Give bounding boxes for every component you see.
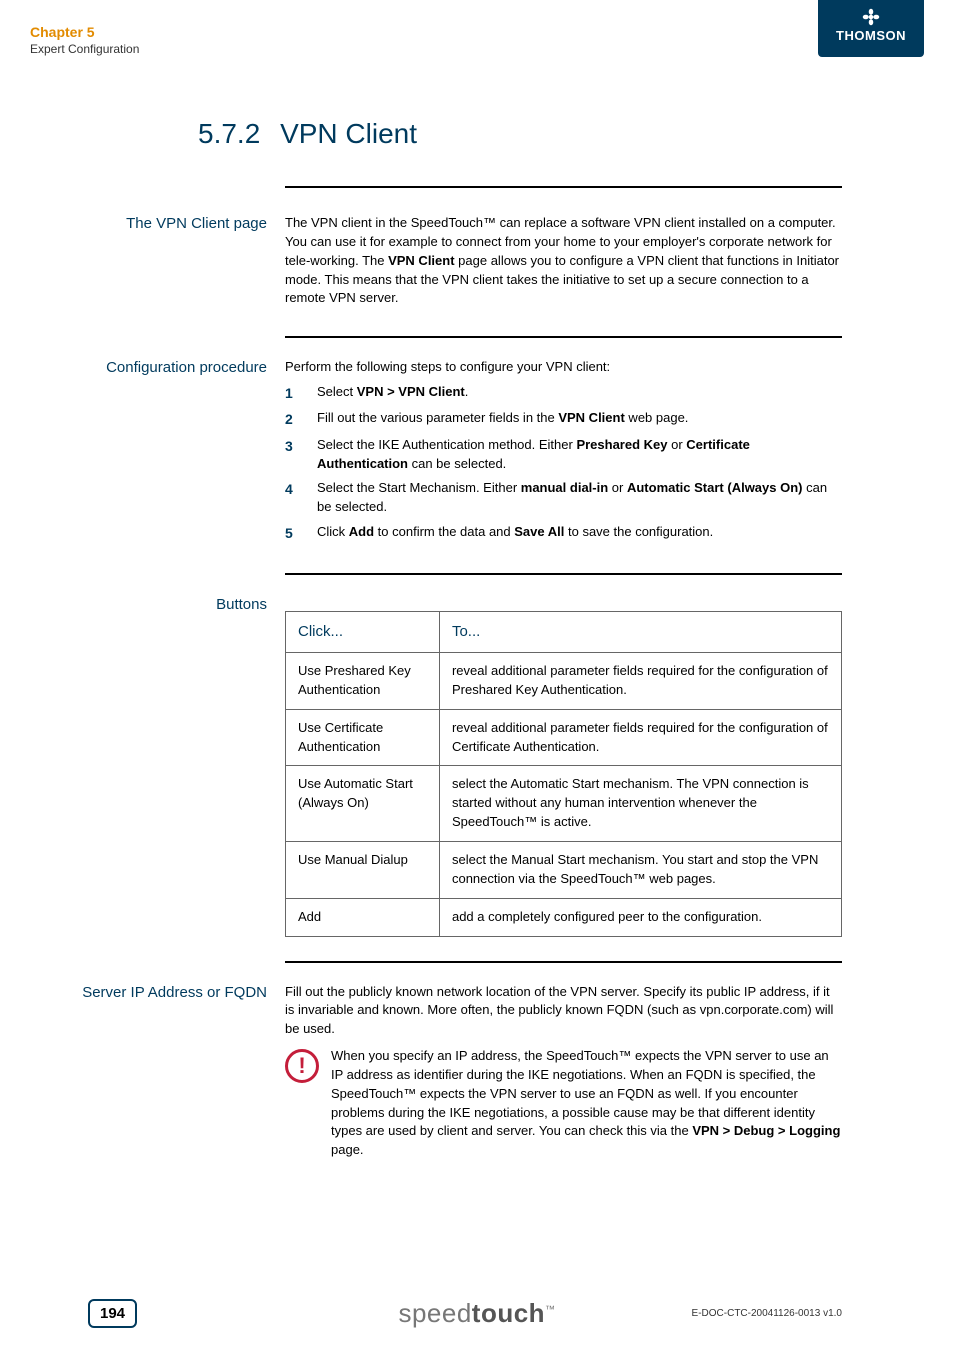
footer-brand: speedtouch™ <box>398 1298 555 1329</box>
divider <box>285 961 842 963</box>
step-item: 4Select the Start Mechanism. Either manu… <box>285 479 842 517</box>
section-body: Fill out the publicly known network loca… <box>285 983 842 1161</box>
section-body: The VPN client in the SpeedTouch™ can re… <box>285 214 842 312</box>
divider <box>285 336 842 338</box>
section-body: Perform the following steps to configure… <box>285 358 842 549</box>
step-item: 5Click Add to confirm the data and Save … <box>285 523 842 543</box>
chapter-subtitle: Expert Configuration <box>30 42 139 56</box>
title-rule <box>285 186 842 188</box>
paragraph: The VPN client in the SpeedTouch™ can re… <box>285 214 842 308</box>
table-header-row: Click... To... <box>286 612 842 653</box>
section-config-procedure: Configuration procedure Perform the foll… <box>30 358 842 549</box>
table-row: Use Automatic Start (Always On)select th… <box>286 766 842 842</box>
section-title: VPN Client <box>280 118 417 149</box>
document-id: E-DOC-CTC-20041126-0013 v1.0 <box>692 1308 842 1319</box>
col-click: Click... <box>286 612 440 653</box>
table-row: Use Certificate Authenticationreveal add… <box>286 709 842 766</box>
section-number: 5.7.2 <box>198 118 260 149</box>
content-area: The VPN Client page The VPN client in th… <box>0 214 954 1184</box>
section-vpn-client-page: The VPN Client page The VPN client in th… <box>30 214 842 312</box>
buttons-table: Click... To... Use Preshared Key Authent… <box>285 611 842 936</box>
section-label: Buttons <box>30 595 285 936</box>
divider <box>285 573 842 575</box>
thomson-flower-icon <box>862 8 880 26</box>
section-label: Configuration procedure <box>30 358 285 549</box>
chapter-block: Chapter 5 Expert Configuration <box>30 24 139 56</box>
chapter-title: Chapter 5 <box>30 24 139 40</box>
section-label: Server IP Address or FQDN <box>30 983 285 1161</box>
page-number: 194 <box>88 1299 137 1328</box>
step-item: 2Fill out the various parameter fields i… <box>285 409 842 429</box>
section-body: Click... To... Use Preshared Key Authent… <box>285 595 842 936</box>
section-buttons: Buttons Click... To... Use Preshared Key… <box>30 595 842 936</box>
brand-logo: THOMSON <box>818 0 924 57</box>
warning-note: ! When you specify an IP address, the Sp… <box>285 1047 842 1160</box>
warning-icon: ! <box>285 1049 319 1083</box>
warning-text: When you specify an IP address, the Spee… <box>331 1047 842 1160</box>
step-item: 1Select VPN > VPN Client. <box>285 383 842 403</box>
col-to: To... <box>439 612 841 653</box>
page-header: Chapter 5 Expert Configuration THOMSON <box>0 0 954 70</box>
paragraph: Fill out the publicly known network loca… <box>285 983 842 1040</box>
page-title: 5.7.2 VPN Client <box>198 118 417 150</box>
step-item: 3Select the IKE Authentication method. E… <box>285 436 842 474</box>
section-label: The VPN Client page <box>30 214 285 312</box>
table-row: Addadd a completely configured peer to t… <box>286 898 842 936</box>
table-row: Use Manual Dialupselect the Manual Start… <box>286 841 842 898</box>
steps-list: 1Select VPN > VPN Client. 2Fill out the … <box>285 383 842 543</box>
section-server-ip: Server IP Address or FQDN Fill out the p… <box>30 983 842 1161</box>
brand-text: THOMSON <box>836 28 906 43</box>
table-row: Use Preshared Key Authenticationreveal a… <box>286 653 842 710</box>
intro-text: Perform the following steps to configure… <box>285 358 842 377</box>
